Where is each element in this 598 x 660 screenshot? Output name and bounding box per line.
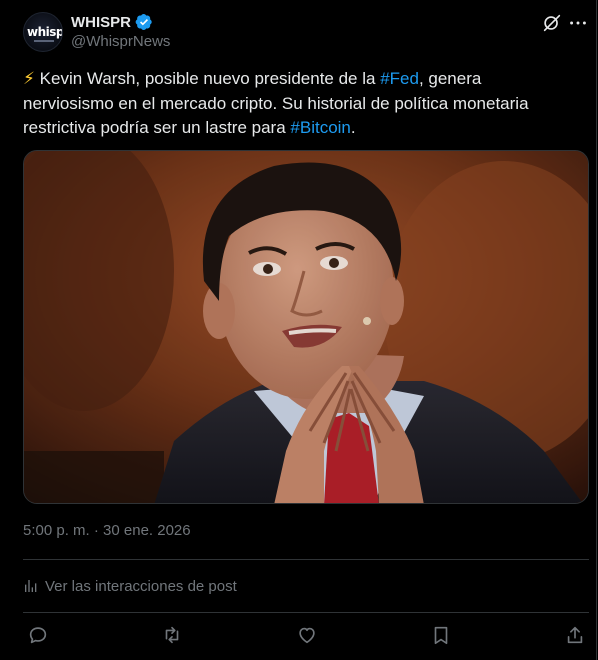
tweet-text: ⚡ Kevin Warsh, posible nuevo presidente … bbox=[23, 67, 571, 141]
verified-badge-icon bbox=[135, 13, 152, 31]
avatar[interactable]: whispr bbox=[23, 12, 63, 52]
hashtag-fed-link[interactable]: #Fed bbox=[380, 69, 419, 88]
retweet-button[interactable] bbox=[161, 624, 185, 648]
tweet-detail: whispr WHISPR @WhisprNews ⚡ Kevin Warsh,… bbox=[0, 0, 597, 660]
author-name-row[interactable]: WHISPR bbox=[71, 13, 153, 31]
view-interactions-label: Ver las interacciones de post bbox=[45, 577, 237, 595]
avatar-logo-underline bbox=[34, 40, 54, 42]
divider bbox=[23, 612, 589, 613]
author-display-name[interactable]: WHISPR bbox=[71, 14, 131, 31]
analytics-icon bbox=[25, 580, 37, 592]
view-interactions-link[interactable]: Ver las interacciones de post bbox=[23, 576, 237, 596]
lightning-emoji-icon: ⚡ bbox=[23, 69, 35, 88]
hashtag-bitcoin-link[interactable]: #Bitcoin bbox=[290, 118, 350, 137]
retweet-icon bbox=[165, 626, 179, 644]
tweet-text-line-2: nerviosismo en el mercado cripto. Su his… bbox=[23, 93, 529, 113]
post-timestamp[interactable]: 5:00 p. m. · 30 ene. 2026 bbox=[23, 522, 191, 539]
author-handle[interactable]: @WhisprNews bbox=[71, 33, 170, 50]
share-button[interactable] bbox=[564, 624, 588, 648]
tweet-text-line-3: restrictiva podría ser un lastre para #B… bbox=[23, 118, 356, 137]
like-button[interactable] bbox=[296, 624, 320, 648]
more-icon[interactable] bbox=[567, 12, 589, 34]
reply-icon bbox=[29, 627, 47, 644]
share-icon bbox=[567, 626, 583, 644]
divider bbox=[23, 559, 589, 560]
tweet-photo[interactable] bbox=[23, 150, 589, 504]
photo-of-man-with-steepled-hands-icon bbox=[24, 151, 588, 503]
reply-button[interactable] bbox=[27, 624, 51, 648]
avatar-logo: whispr bbox=[27, 25, 63, 39]
like-icon bbox=[299, 627, 315, 644]
tweet-text-line-1: ⚡ Kevin Warsh, posible nuevo presidente … bbox=[23, 69, 482, 88]
bookmark-button[interactable] bbox=[430, 624, 454, 648]
bookmark-icon bbox=[434, 626, 448, 645]
grok-icon[interactable] bbox=[541, 12, 563, 34]
